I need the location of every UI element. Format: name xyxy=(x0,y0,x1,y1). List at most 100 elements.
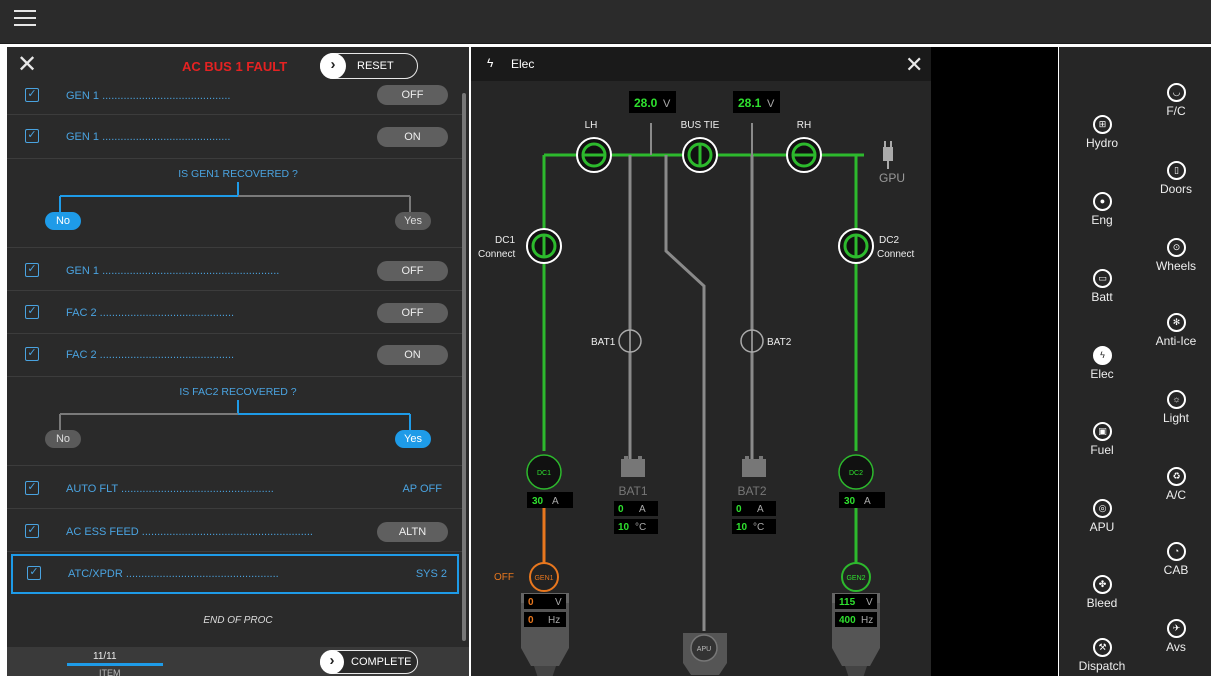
apu-icon: ◎ xyxy=(1093,499,1112,518)
battery-2-icon xyxy=(742,456,766,477)
item-state-button[interactable]: ON xyxy=(377,345,448,365)
gen1-freq-unit: Hz xyxy=(548,615,560,626)
dc1-amps-unit: A xyxy=(552,496,559,507)
dc1-connect-label-2: Connect xyxy=(478,249,515,260)
checkbox-checked-icon[interactable]: ✓ xyxy=(25,347,39,361)
right-bus-voltage: 28.1 xyxy=(738,96,762,110)
dc2-connect-contactor[interactable] xyxy=(838,228,874,264)
nav-cab-button[interactable]: ◔ CAB xyxy=(1141,542,1211,592)
gen2-volts-unit: V xyxy=(866,597,873,608)
fuel-icon: ▣ xyxy=(1093,422,1112,441)
checklist-row[interactable]: ✓ AC ESS FEED ..........................… xyxy=(7,510,462,552)
gen1-off-label: OFF xyxy=(494,572,514,583)
checklist-row[interactable]: ✓ GEN 1 ................................… xyxy=(7,85,462,115)
rh-contactor[interactable] xyxy=(786,137,822,173)
no-option-button[interactable]: No xyxy=(45,212,81,230)
bat2-amps-unit: A xyxy=(757,504,764,515)
item-state-button[interactable]: OFF xyxy=(377,303,448,323)
complete-button[interactable]: › COMPLETE xyxy=(320,650,418,674)
engine-icon: ● xyxy=(1093,192,1112,211)
bat1-contactor-label: BAT1 xyxy=(591,337,616,348)
bat1-temp-unit: °C xyxy=(635,522,646,533)
item-state-button[interactable]: ALTN xyxy=(377,522,448,542)
nav-label: Avs xyxy=(1166,640,1186,654)
bus-tie-contactor[interactable] xyxy=(682,137,718,173)
cabin-icon: ◔ xyxy=(1167,542,1186,561)
bat1-amps: 0 xyxy=(618,504,624,515)
nav-elec-button[interactable]: ϟ Elec xyxy=(1067,346,1137,396)
checklist-row[interactable]: ✓ GEN 1 ................................… xyxy=(7,117,462,159)
bat2-contactor[interactable] xyxy=(740,329,764,353)
nav-eng-button[interactable]: ● Eng xyxy=(1067,192,1137,242)
right-bus-voltage-unit: V xyxy=(767,98,775,110)
bat1-name: BAT1 xyxy=(618,484,647,498)
nav-doors-button[interactable]: ▯ Doors xyxy=(1141,161,1211,211)
progress-unit: ITEM xyxy=(99,668,121,676)
checkbox-checked-icon[interactable]: ✓ xyxy=(25,129,39,143)
left-bus-voltage-unit: V xyxy=(663,98,671,110)
checklist-row-highlighted[interactable]: ✓ ATC/XPDR .............................… xyxy=(11,554,459,594)
dc1-connect-contactor[interactable] xyxy=(526,228,562,264)
nav-fc-button[interactable]: ◡ F/C xyxy=(1141,83,1211,133)
checkbox-checked-icon[interactable]: ✓ xyxy=(25,88,39,102)
checklist-row[interactable]: ✓ FAC 2 ................................… xyxy=(7,292,462,334)
checklist-row[interactable]: ✓ AUTO FLT .............................… xyxy=(7,467,462,509)
nav-label: A/C xyxy=(1165,488,1186,502)
dc2-connect-label-2: Connect xyxy=(877,249,914,260)
elec-header: ϟ Elec ✕ xyxy=(471,47,931,81)
gpu-plug-icon xyxy=(883,141,893,169)
item-state-button[interactable]: OFF xyxy=(377,261,448,281)
nav-ac-button[interactable]: ♻ A/C xyxy=(1141,467,1211,517)
nav-apu-button[interactable]: ◎ APU xyxy=(1067,499,1137,549)
bat2-temp-unit: °C xyxy=(753,522,764,533)
dc2-bus-label: DC2 xyxy=(849,470,863,477)
item-state-button[interactable]: ON xyxy=(377,127,448,147)
nav-label: Doors xyxy=(1159,182,1192,196)
elec-title: Elec xyxy=(511,57,535,71)
scrollbar[interactable] xyxy=(462,93,466,641)
close-icon[interactable]: ✕ xyxy=(905,52,923,78)
bat1-contactor[interactable] xyxy=(618,329,642,353)
yes-option-button[interactable]: Yes xyxy=(395,430,431,448)
nav-avs-button[interactable]: ✈ Avs xyxy=(1141,619,1211,669)
complete-label: COMPLETE xyxy=(351,656,412,668)
end-of-procedure: END OF PROC xyxy=(203,615,273,626)
lh-contactor[interactable] xyxy=(576,137,612,173)
checkbox-checked-icon[interactable]: ✓ xyxy=(25,305,39,319)
item-label: FAC 2 ..................................… xyxy=(66,349,235,361)
dc1-bus-label: DC1 xyxy=(537,470,551,477)
checklist-row[interactable]: ✓ GEN 1 ................................… xyxy=(7,249,462,291)
nav-wheels-button[interactable]: ⊙ Wheels xyxy=(1141,238,1211,288)
nav-dispatch-button[interactable]: ⚒ Dispatch xyxy=(1067,638,1137,676)
checkbox-checked-icon[interactable]: ✓ xyxy=(25,524,39,538)
nav-label: F/C xyxy=(1166,104,1186,118)
flight-controls-icon: ◡ xyxy=(1167,83,1186,102)
item-label: AC ESS FEED ............................… xyxy=(66,526,313,538)
reset-button[interactable]: › RESET xyxy=(320,53,418,79)
checkbox-checked-icon[interactable]: ✓ xyxy=(25,263,39,277)
nav-light-button[interactable]: ☼ Light xyxy=(1141,390,1211,440)
nav-label: Bleed xyxy=(1086,596,1118,610)
close-icon[interactable]: ✕ xyxy=(17,53,37,77)
battery-1-icon xyxy=(621,456,645,477)
item-state-button[interactable]: OFF xyxy=(377,85,448,105)
dc2-amps: 30 xyxy=(844,496,856,507)
chevron-right-icon: › xyxy=(320,53,346,79)
bat1-amps-unit: A xyxy=(639,504,646,515)
nav-fuel-button[interactable]: ▣ Fuel xyxy=(1067,422,1137,472)
hamburger-menu-icon[interactable] xyxy=(14,10,36,28)
item-label: ATC/XPDR ...............................… xyxy=(68,568,279,580)
checkbox-checked-icon[interactable]: ✓ xyxy=(25,481,39,495)
checklist-row[interactable]: ✓ FAC 2 ................................… xyxy=(7,335,462,377)
nav-anti-ice-button[interactable]: ✻ Anti-Ice xyxy=(1141,313,1211,363)
checkbox-checked-icon[interactable]: ✓ xyxy=(27,566,41,580)
nav-label: Fuel xyxy=(1090,443,1114,457)
door-icon: ▯ xyxy=(1167,161,1186,180)
nav-bleed-button[interactable]: ✤ Bleed xyxy=(1067,575,1137,625)
nav-hydro-button[interactable]: ⊞ Hydro xyxy=(1067,115,1137,165)
nav-batt-button[interactable]: ▭ Batt xyxy=(1067,269,1137,319)
item-label: GEN 1 ..................................… xyxy=(66,265,280,277)
no-option-button[interactable]: No xyxy=(45,430,81,448)
yes-option-button[interactable]: Yes xyxy=(395,212,431,230)
gen2-freq-unit: Hz xyxy=(861,615,873,626)
